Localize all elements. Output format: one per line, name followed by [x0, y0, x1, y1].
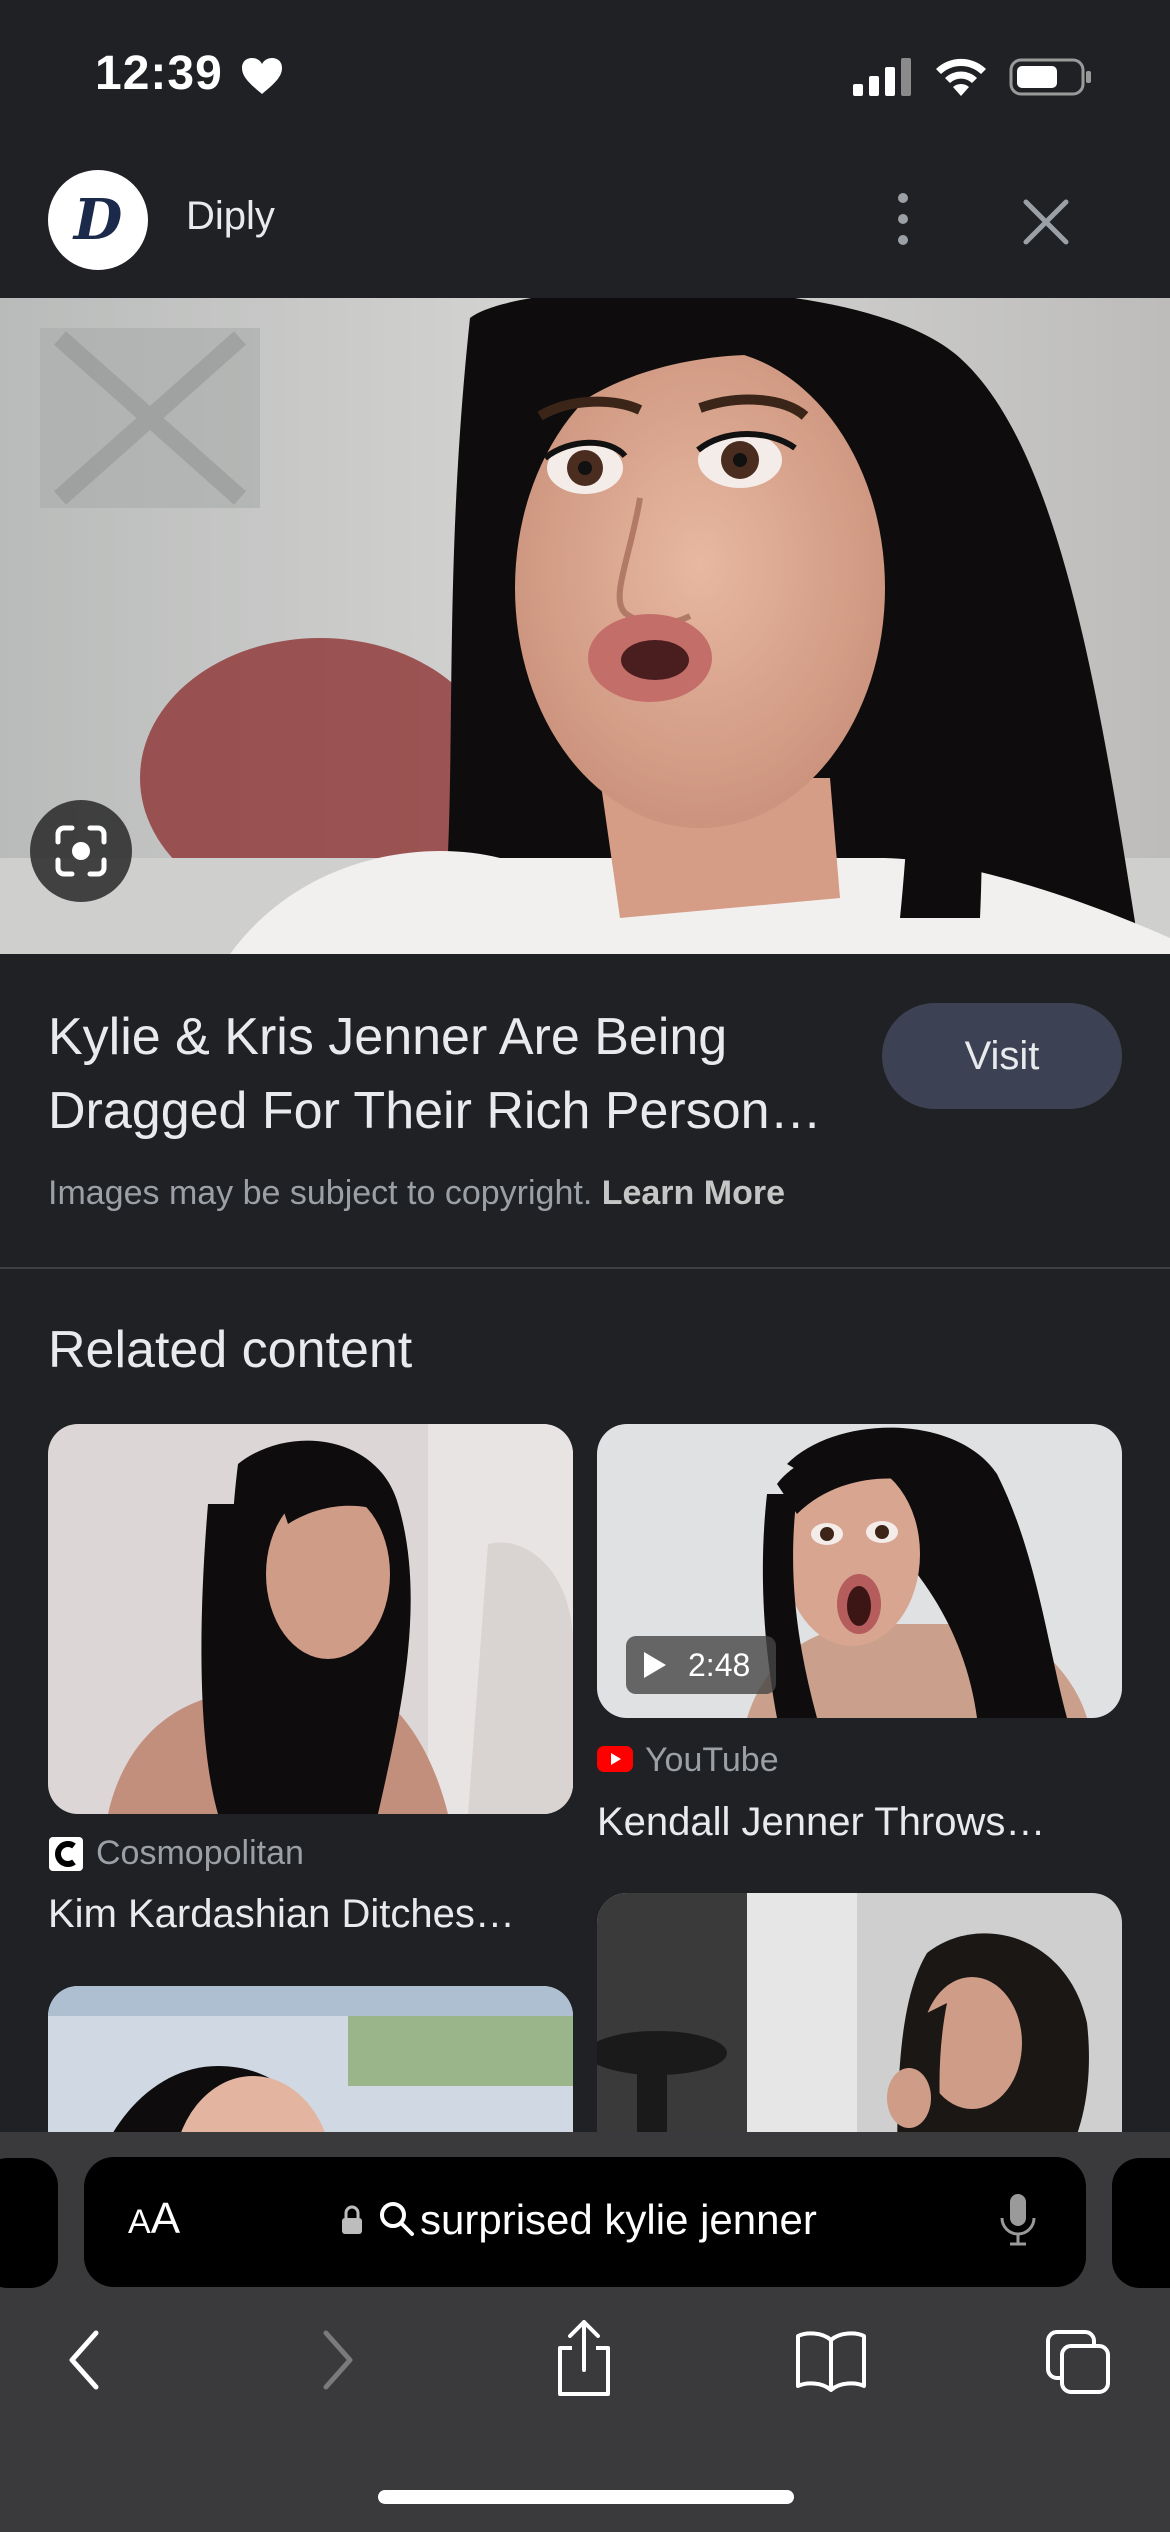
result-header: D Diply: [0, 150, 1170, 298]
forward-icon[interactable]: [316, 2325, 360, 2395]
copyright-notice: Images may be subject to copyright. Lear…: [48, 1174, 785, 1213]
video-duration: 2:48: [688, 1647, 751, 1683]
related-thumbnail-1[interactable]: [48, 1424, 573, 1814]
related-title-1[interactable]: Kim Kardashian Ditches…: [48, 1892, 515, 1937]
visit-button[interactable]: Visit: [882, 1003, 1122, 1109]
site-logo[interactable]: D: [48, 170, 148, 270]
youtube-icon: [597, 1746, 633, 1772]
share-icon[interactable]: [552, 2318, 616, 2398]
search-icon: [380, 2202, 414, 2236]
microphone-icon[interactable]: [998, 2192, 1038, 2248]
status-bar: 12:39: [0, 0, 1170, 150]
cosmopolitan-icon: [49, 1837, 83, 1871]
more-vertical-icon[interactable]: [880, 188, 926, 250]
result-title-line-1: Kylie & Kris Jenner Are Being: [48, 1008, 728, 1066]
video-duration-badge: 2:48: [626, 1636, 776, 1694]
learn-more-link[interactable]: Learn More: [602, 1174, 785, 1212]
related-content-heading: Related content: [48, 1321, 413, 1379]
close-icon[interactable]: [1018, 194, 1074, 250]
bookmarks-icon[interactable]: [794, 2328, 868, 2392]
next-tab-peek[interactable]: [1112, 2158, 1170, 2288]
page-settings-button[interactable]: AA: [128, 2194, 180, 2244]
battery-icon: [1009, 58, 1091, 96]
result-title-line-2: Dragged For Their Rich Person…: [48, 1082, 822, 1140]
aa-small-letter: A: [128, 2203, 151, 2241]
related-source-1: Cosmopolitan: [96, 1834, 304, 1872]
cellular-signal-icon: [853, 58, 911, 96]
wifi-icon: [936, 58, 986, 96]
aa-large-letter: A: [150, 2194, 181, 2243]
google-lens-button[interactable]: [30, 800, 132, 902]
result-image[interactable]: [0, 298, 1170, 954]
status-time: 12:39: [95, 47, 223, 100]
divider: [0, 1267, 1170, 1269]
lock-icon: [342, 2205, 362, 2234]
address-query[interactable]: surprised kylie jenner: [420, 2196, 817, 2244]
previous-tab-peek[interactable]: [0, 2158, 58, 2288]
tabs-icon[interactable]: [1044, 2328, 1114, 2398]
lens-icon: [55, 825, 107, 877]
home-indicator: [378, 2490, 794, 2504]
site-name[interactable]: Diply: [186, 194, 275, 239]
site-logo-letter: D: [73, 187, 123, 253]
copyright-text: Images may be subject to copyright.: [48, 1174, 593, 1212]
play-icon: [644, 1652, 666, 1678]
back-icon[interactable]: [62, 2325, 106, 2395]
related-title-2[interactable]: Kendall Jenner Throws…: [597, 1800, 1045, 1845]
heart-icon: [242, 58, 282, 94]
related-source-2: YouTube: [645, 1741, 779, 1779]
result-title[interactable]: Kylie & Kris Jenner Are Being Dragged Fo…: [48, 1000, 888, 1148]
